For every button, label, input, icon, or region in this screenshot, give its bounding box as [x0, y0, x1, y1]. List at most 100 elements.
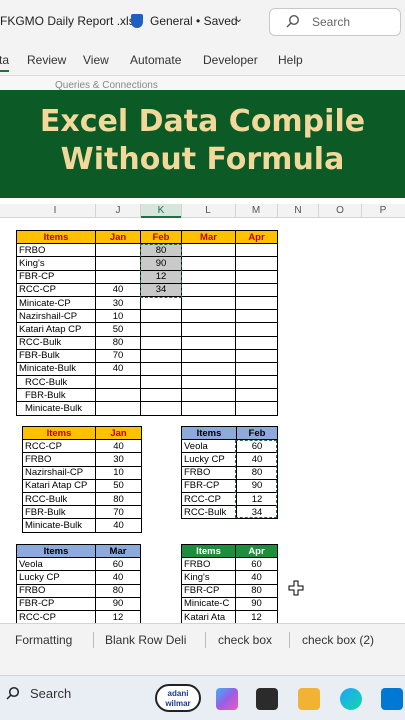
cell[interactable]: 12 — [235, 609, 278, 623]
cell[interactable] — [235, 309, 278, 324]
cell[interactable]: Lucky CP — [181, 452, 237, 467]
cell[interactable] — [140, 375, 182, 390]
cell[interactable] — [235, 322, 278, 337]
cell[interactable] — [181, 322, 236, 337]
cell[interactable]: 50 — [95, 478, 142, 493]
cell[interactable] — [140, 361, 182, 377]
cell[interactable]: 80 — [235, 583, 278, 598]
column-header-n[interactable]: N — [278, 205, 318, 216]
tab-data[interactable]: ta — [0, 53, 10, 72]
cell[interactable] — [235, 401, 278, 416]
cell[interactable]: FRBO — [22, 452, 96, 467]
cell[interactable] — [235, 348, 278, 363]
cell[interactable]: FBR-Bulk — [16, 388, 96, 403]
cell[interactable]: 40 — [236, 452, 278, 467]
cell[interactable]: Minicate-Bulk — [16, 401, 96, 416]
cell[interactable] — [235, 388, 278, 403]
cell[interactable]: 10 — [95, 465, 142, 480]
cell[interactable]: 50 — [95, 322, 141, 337]
cell[interactable]: RCC-CP — [16, 282, 96, 297]
cell[interactable]: Minicate-Bulk — [16, 361, 96, 377]
cell[interactable]: RCC-CP — [16, 609, 96, 623]
cell[interactable]: 12 — [95, 609, 141, 623]
taskbar-search[interactable]: Search — [6, 686, 71, 701]
cell[interactable] — [181, 388, 236, 403]
cell[interactable] — [235, 243, 278, 258]
cell[interactable]: 80 — [95, 491, 142, 507]
cell[interactable]: FBR-CP — [16, 269, 96, 284]
cell[interactable]: 80 — [140, 243, 182, 258]
sheet-tab-formatting[interactable]: Formatting — [15, 633, 72, 647]
column-header-i[interactable]: I — [16, 205, 94, 216]
cell[interactable] — [95, 401, 141, 416]
cell[interactable]: 12 — [140, 269, 182, 284]
cell[interactable] — [181, 243, 236, 258]
tab-automate[interactable]: Automate — [130, 53, 181, 67]
cell[interactable]: 30 — [95, 452, 142, 467]
tab-help[interactable]: Help — [278, 53, 303, 67]
cell[interactable]: Katari Atap CP — [22, 478, 96, 493]
cell[interactable] — [235, 295, 278, 311]
header-cell[interactable]: Items — [181, 425, 237, 441]
chevron-down-icon[interactable]: ⌄ — [234, 12, 243, 25]
cell[interactable]: 90 — [95, 596, 141, 611]
cell[interactable] — [235, 269, 278, 284]
cell[interactable]: RCC-CP — [22, 439, 96, 454]
cell[interactable] — [140, 401, 182, 416]
cell[interactable]: 40 — [95, 570, 141, 585]
sheet-tab-check-box-2[interactable]: check box (2) — [302, 633, 374, 647]
cell[interactable]: Veola — [181, 439, 237, 454]
cell[interactable] — [140, 388, 182, 403]
cell[interactable]: 80 — [95, 583, 141, 598]
cell[interactable] — [181, 295, 236, 311]
column-header-m[interactable]: M — [236, 205, 276, 216]
search-box[interactable]: Search — [269, 8, 401, 36]
cell[interactable]: 90 — [140, 256, 182, 271]
cell[interactable] — [95, 269, 141, 284]
cell[interactable]: Minicate-CP — [16, 295, 96, 311]
cell[interactable] — [235, 361, 278, 377]
task-view-icon[interactable] — [256, 688, 278, 710]
cell[interactable]: FBR-CP — [181, 583, 236, 598]
sheet-tab-check-box[interactable]: check box — [218, 633, 272, 647]
cell[interactable] — [140, 348, 182, 363]
cell[interactable] — [235, 282, 278, 297]
cell[interactable] — [140, 295, 182, 311]
cell[interactable] — [181, 348, 236, 363]
cell[interactable] — [95, 388, 141, 403]
cell[interactable] — [181, 375, 236, 390]
cell[interactable]: 70 — [95, 348, 141, 363]
header-cell[interactable]: Mar — [95, 543, 141, 559]
cell[interactable] — [95, 243, 141, 258]
header-cell[interactable]: Items — [16, 543, 96, 559]
cell[interactable] — [181, 401, 236, 416]
cell[interactable]: RCC-CP — [181, 491, 237, 507]
cell[interactable] — [140, 322, 182, 337]
spreadsheet-grid[interactable]: I J K L M N O P Items Jan Feb Mar Apr FR… — [0, 198, 405, 623]
cell[interactable] — [181, 256, 236, 271]
cell[interactable]: FBR-CP — [181, 478, 237, 493]
cell[interactable]: FRBO — [16, 243, 96, 258]
cell[interactable] — [181, 309, 236, 324]
cell[interactable]: Nazirshail-CP — [22, 465, 96, 480]
cell[interactable]: 70 — [95, 505, 142, 520]
cell[interactable] — [235, 375, 278, 390]
header-cell[interactable]: Items — [16, 229, 96, 245]
header-cell[interactable]: Apr — [235, 229, 278, 245]
cell[interactable]: 40 — [235, 570, 278, 585]
column-header-j[interactable]: J — [96, 205, 140, 216]
cell[interactable]: 40 — [95, 439, 142, 454]
queries-connections-button[interactable]: Queries & Connections — [55, 80, 158, 90]
cell[interactable]: Nazirshail-CP — [16, 309, 96, 324]
cell[interactable]: 34 — [140, 282, 182, 297]
cell[interactable] — [181, 335, 236, 350]
cell[interactable]: Minicate-Bulk — [22, 518, 96, 533]
cell[interactable]: 12 — [236, 491, 278, 507]
cell[interactable]: FBR-Bulk — [16, 348, 96, 363]
tab-view[interactable]: View — [83, 53, 109, 67]
cell[interactable]: RCC-Bulk — [16, 335, 96, 350]
cell[interactable]: 10 — [95, 309, 141, 324]
cell[interactable] — [140, 309, 182, 324]
cell[interactable] — [95, 375, 141, 390]
cell[interactable] — [95, 256, 141, 271]
